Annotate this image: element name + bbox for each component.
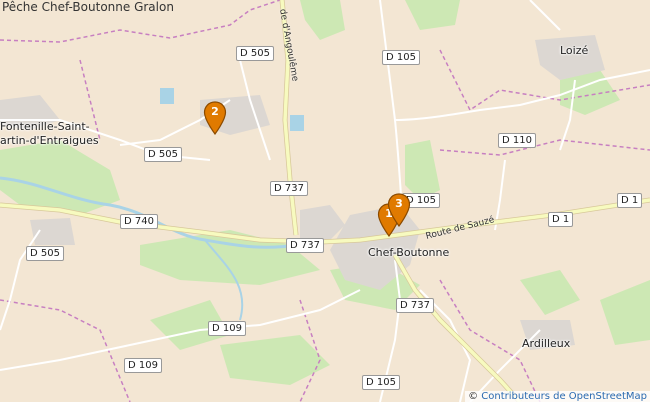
place-label-fontenille-2: artin-d'Entraigues [0, 134, 99, 147]
attribution: © Contributeurs de OpenStreetMap [465, 391, 650, 402]
road-label: D 505 [26, 246, 64, 261]
road-label: D 505 [236, 46, 274, 61]
place-label-chef-boutonne: Chef-Boutonne [368, 246, 450, 259]
road-label: D 105 [382, 50, 420, 65]
road-label: D 110 [498, 133, 536, 148]
place-label-ardilleux: Ardilleux [522, 337, 571, 350]
road-label: D 109 [208, 321, 246, 336]
openstreetmap-link[interactable]: Contributeurs de OpenStreetMap [481, 391, 647, 402]
road-label: D 505 [144, 147, 182, 162]
road-label: D 1 [617, 193, 643, 208]
urban-area [30, 218, 75, 245]
forest-area [405, 0, 460, 30]
map-marker-3[interactable]: 3 [387, 193, 411, 227]
map-marker-2[interactable]: 2 [203, 101, 227, 135]
forest-area [405, 140, 440, 200]
map-canvas[interactable]: Pêche Chef-Boutonne Gralon Fontenille-Sa… [0, 0, 650, 402]
forest-area [600, 280, 650, 345]
boundary [439, 139, 650, 156]
marker-label: 2 [211, 105, 219, 118]
page-title: Pêche Chef-Boutonne Gralon [2, 0, 174, 14]
place-label-fontenille-1: Fontenille-Saint- [0, 120, 90, 133]
forest-area [520, 270, 580, 315]
place-label-loize: Loizé [560, 44, 589, 57]
forest-area [300, 0, 345, 40]
pond [290, 115, 304, 131]
marker-label: 3 [395, 197, 403, 210]
road-label: D 737 [286, 238, 324, 253]
road-label: D 737 [396, 298, 434, 313]
urban-area [300, 205, 345, 240]
pond [160, 88, 174, 104]
road-label: D 737 [270, 181, 308, 196]
road-label: D 105 [362, 375, 400, 390]
copyright-symbol: © [468, 391, 479, 402]
road-label: D 740 [120, 214, 158, 229]
road-label: D 109 [124, 358, 162, 373]
boundary [0, 299, 131, 402]
road-label: D 1 [548, 212, 574, 227]
